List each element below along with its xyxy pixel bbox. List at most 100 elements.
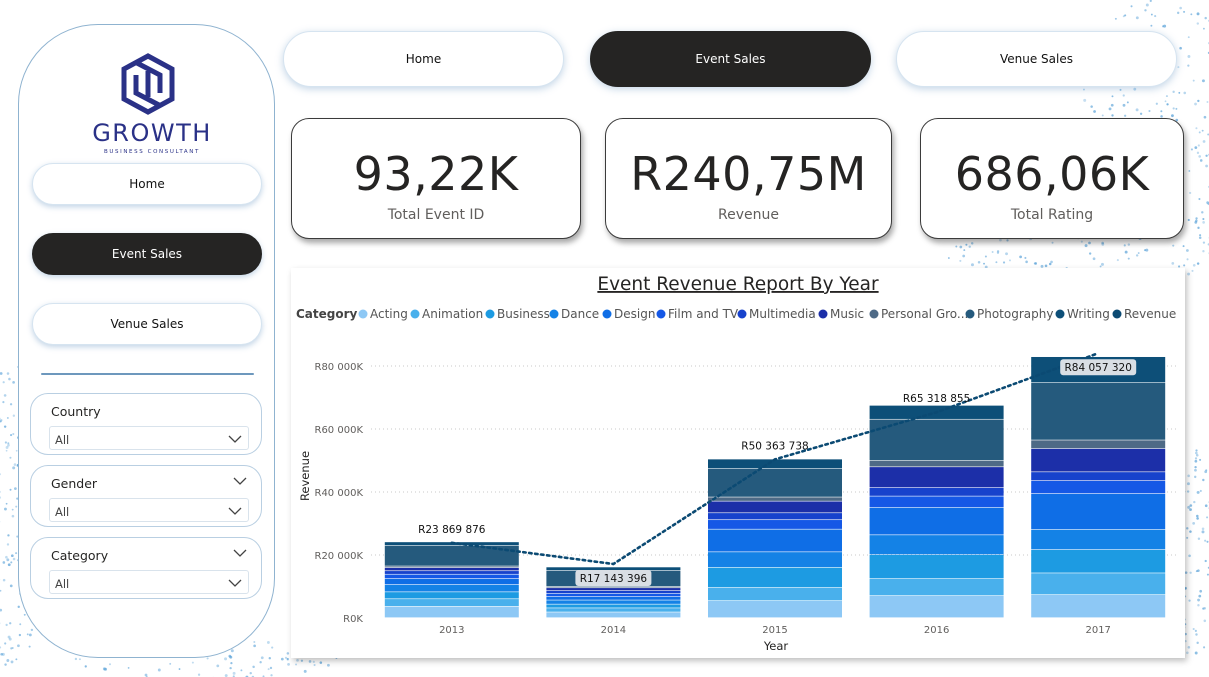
decor-dot: [965, 243, 968, 246]
decor-dot: [249, 671, 252, 675]
chevron-down-icon[interactable]: [233, 476, 247, 486]
decor-dot: [260, 656, 264, 660]
legend-marker: [869, 309, 879, 319]
top-home-button[interactable]: Home: [283, 31, 564, 87]
decor-dot: [206, 657, 209, 660]
decor-dot: [14, 487, 17, 490]
decor-dot: [300, 659, 304, 662]
decor-dot: [1178, 91, 1181, 94]
decor-dot: [108, 663, 111, 666]
bar-segment: [546, 590, 681, 594]
logo-icon: [121, 53, 175, 115]
decor-dot: [1148, 109, 1151, 113]
decor-dot: [1190, 148, 1193, 151]
decor-dot: [1187, 646, 1191, 649]
decor-dot: [178, 668, 181, 670]
decor-dot: [271, 646, 274, 649]
decor-dot: [3, 425, 7, 428]
decor-dot: [287, 663, 290, 666]
decor-dot: [983, 262, 985, 265]
decor-dot: [6, 372, 10, 375]
bar-segment: [1031, 493, 1166, 530]
gender-slicer: Gender All: [30, 465, 262, 527]
decor-dot: [9, 456, 12, 459]
decor-dot: [1139, 112, 1143, 115]
category-dropdown[interactable]: All: [49, 570, 249, 594]
decor-dot: [197, 673, 201, 676]
decor-dot: [5, 555, 8, 559]
decor-dot: [1196, 12, 1200, 16]
decor-dot: [962, 254, 966, 258]
decor-dot: [84, 665, 87, 668]
decor-dot: [1006, 239, 1009, 242]
decor-dot: [1197, 144, 1200, 147]
decor-dot: [1192, 627, 1195, 631]
decor-dot: [11, 646, 14, 649]
kpi-label: Total Rating: [1010, 207, 1094, 223]
decor-dot: [1130, 5, 1133, 8]
bar-segment: [869, 595, 1004, 618]
decor-dot: [1093, 110, 1096, 113]
decor-dot: [1187, 218, 1190, 222]
decor-dot: [999, 238, 1002, 242]
decor-dot: [1111, 114, 1114, 117]
decor-dot: [5, 623, 8, 627]
decor-dot: [1197, 604, 1200, 607]
sidebar-venue-sales-button[interactable]: Venue Sales: [32, 303, 262, 345]
decor-dot: [6, 558, 10, 562]
decor-dot: [1203, 619, 1207, 623]
legend-title: Category: [296, 307, 358, 321]
decor-dot: [270, 674, 273, 677]
decor-dot: [1186, 490, 1190, 493]
gender-slicer-title: Gender: [51, 476, 98, 491]
data-label: R50 363 738: [741, 440, 808, 452]
decor-dot: [1195, 127, 1198, 130]
gender-dropdown-value: All: [55, 505, 70, 519]
decor-dot: [10, 660, 14, 664]
decor-dot: [1114, 17, 1117, 20]
bar-segment: [1031, 440, 1166, 449]
decor-dot: [1194, 102, 1197, 106]
decor-dot: [1172, 90, 1175, 94]
decor-dot: [308, 660, 312, 663]
country-dropdown[interactable]: All: [49, 426, 249, 450]
decor-dot: [4, 642, 7, 645]
decor-dot: [1088, 241, 1091, 245]
decor-dot: [1025, 260, 1028, 264]
decor-dot: [1203, 646, 1206, 649]
decor-dot: [1034, 262, 1037, 265]
top-venue-sales-button[interactable]: Venue Sales: [896, 31, 1177, 87]
kpi-value: R240,75M: [630, 147, 867, 201]
bar-segment: [1031, 595, 1166, 618]
bar-segment: [708, 587, 842, 601]
bar-segment: [1031, 480, 1166, 494]
decor-dot: [1008, 259, 1011, 262]
top-event-sales-button[interactable]: Event Sales: [590, 31, 871, 87]
decor-dot: [1172, 244, 1175, 247]
bar-segment: [708, 600, 842, 618]
decor-dot: [0, 646, 2, 649]
bar-segment: [1031, 573, 1166, 595]
decor-dot: [303, 669, 307, 673]
legend-marker: [485, 309, 495, 319]
gender-dropdown[interactable]: All: [49, 498, 249, 522]
decor-dot: [266, 641, 270, 644]
decor-dot: [327, 663, 330, 667]
x-tick-label: 2017: [1085, 625, 1110, 636]
decor-dot: [313, 663, 316, 667]
bar-segment: [384, 567, 519, 571]
decor-dot: [1088, 252, 1092, 255]
sidebar-event-sales-button[interactable]: Event Sales: [32, 233, 262, 275]
decor-dot: [74, 657, 78, 661]
kpi-label: Revenue: [718, 207, 779, 223]
decor-dot: [1083, 88, 1085, 91]
sidebar-home-button[interactable]: Home: [32, 163, 262, 205]
chevron-down-icon[interactable]: [233, 548, 247, 558]
decor-dot: [8, 377, 11, 381]
decor-dot: [1196, 22, 1200, 25]
decor-dot: [1196, 517, 1199, 520]
decor-dot: [1179, 6, 1182, 10]
decor-dot: [1123, 244, 1126, 247]
decor-dot: [1189, 508, 1192, 512]
decor-dot: [1110, 103, 1114, 107]
